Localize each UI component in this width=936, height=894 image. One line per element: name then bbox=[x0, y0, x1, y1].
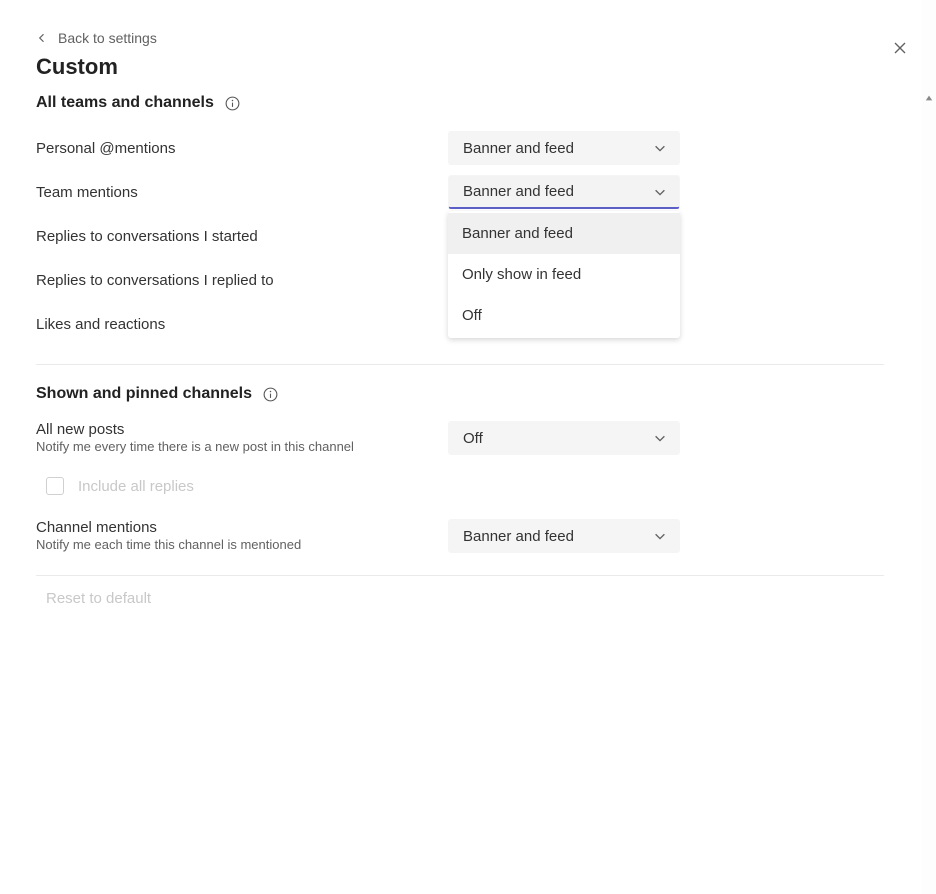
team-mentions-label: Team mentions bbox=[36, 184, 448, 201]
chevron-down-icon bbox=[653, 431, 667, 445]
channel-mentions-label: Channel mentions bbox=[36, 519, 438, 536]
checkbox-box bbox=[46, 477, 64, 495]
team-mentions-dropdown[interactable]: Banner and feed bbox=[448, 175, 680, 209]
channel-mentions-value: Banner and feed bbox=[463, 528, 574, 545]
menu-option-banner-and-feed[interactable]: Banner and feed bbox=[448, 213, 680, 254]
section-divider bbox=[36, 364, 884, 365]
all-new-posts-value: Off bbox=[463, 430, 483, 447]
personal-mentions-label: Personal @mentions bbox=[36, 140, 448, 157]
replies-started-label: Replies to conversations I started bbox=[36, 228, 448, 245]
all-new-posts-desc: Notify me every time there is a new post… bbox=[36, 439, 438, 454]
chevron-down-icon bbox=[653, 529, 667, 543]
close-icon bbox=[892, 40, 908, 56]
back-to-settings-link[interactable]: Back to settings bbox=[36, 30, 884, 46]
personal-mentions-dropdown[interactable]: Banner and feed bbox=[448, 131, 680, 165]
menu-option-only-show-in-feed[interactable]: Only show in feed bbox=[448, 254, 680, 295]
channel-mentions-desc: Notify me each time this channel is ment… bbox=[36, 537, 438, 552]
section-divider bbox=[36, 575, 884, 576]
info-icon[interactable] bbox=[262, 386, 279, 403]
chevron-down-icon bbox=[653, 185, 667, 199]
reset-to-default-link[interactable]: Reset to default bbox=[46, 590, 884, 607]
chevron-left-icon bbox=[36, 32, 48, 44]
section-all-teams-heading: All teams and channels bbox=[36, 94, 214, 112]
all-new-posts-label: All new posts bbox=[36, 421, 438, 438]
likes-reactions-label: Likes and reactions bbox=[36, 316, 448, 333]
back-link-label: Back to settings bbox=[58, 30, 157, 46]
personal-mentions-value: Banner and feed bbox=[463, 140, 574, 157]
scrollbar-thumb[interactable] bbox=[924, 94, 934, 794]
include-all-replies-checkbox: Include all replies bbox=[46, 477, 884, 495]
all-new-posts-dropdown[interactable]: Off bbox=[448, 421, 680, 455]
vertical-scrollbar[interactable] bbox=[922, 0, 936, 894]
channel-mentions-dropdown[interactable]: Banner and feed bbox=[448, 519, 680, 553]
include-all-replies-label: Include all replies bbox=[78, 478, 194, 495]
section-shown-pinned-heading: Shown and pinned channels bbox=[36, 385, 252, 403]
close-button[interactable] bbox=[886, 34, 914, 62]
team-mentions-menu: Banner and feed Only show in feed Off bbox=[448, 211, 680, 338]
replies-replied-label: Replies to conversations I replied to bbox=[36, 272, 448, 289]
page-title: Custom bbox=[36, 54, 884, 80]
chevron-down-icon bbox=[653, 141, 667, 155]
team-mentions-value: Banner and feed bbox=[463, 183, 574, 200]
menu-option-off[interactable]: Off bbox=[448, 295, 680, 336]
info-icon[interactable] bbox=[224, 95, 241, 112]
